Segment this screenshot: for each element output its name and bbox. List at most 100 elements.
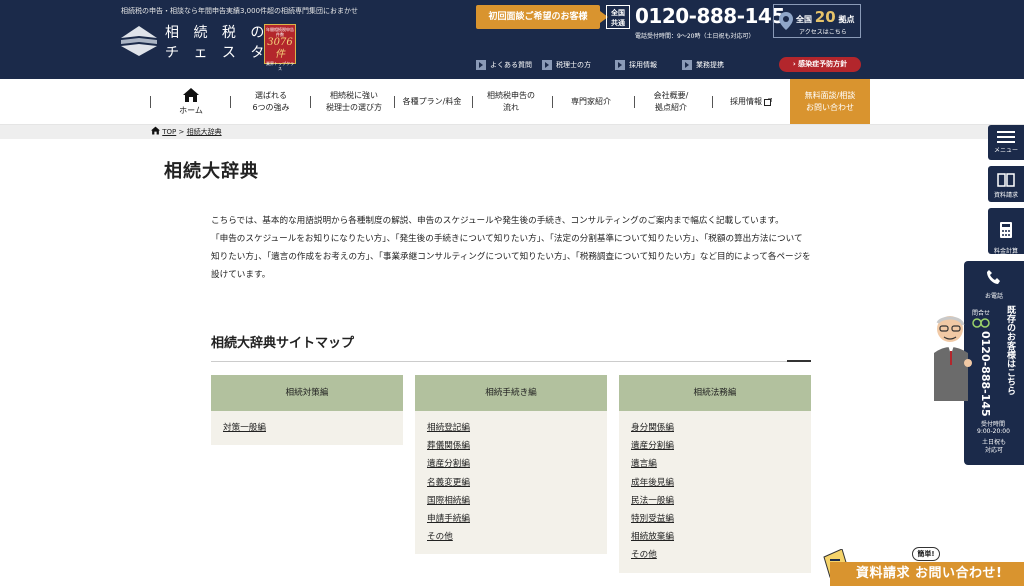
site-header: 相続税の申告・相談なら年間申告実績3,000件超の相続専門集団におまかせ 相 続… xyxy=(0,0,1024,79)
side-docs-label: 資料請求 xyxy=(993,192,1018,199)
locations-count: 全国 20 拠点 xyxy=(796,8,854,26)
column-body: 対策一般編 xyxy=(211,411,403,446)
sitemap-link[interactable]: 申請手続編 xyxy=(427,510,595,528)
sitemap-link[interactable]: その他 xyxy=(427,528,595,546)
nav-strengths[interactable]: 選ばれる 6つの強み xyxy=(236,79,306,125)
nav-company[interactable]: 会社概要/ 拠点紹介 xyxy=(638,79,704,125)
award-badge: 年間相続税申告件数 3076件 業界トップクラス xyxy=(264,24,296,71)
sitemap-link[interactable]: 遺産分割編 xyxy=(427,455,595,473)
loc-prefix: 全国 xyxy=(796,15,812,24)
locations-link[interactable]: 全国 20 拠点 アクセスはこちら xyxy=(773,4,861,38)
nav-recruit[interactable]: 採用情報 xyxy=(716,79,786,125)
sitemap-rule xyxy=(211,361,811,362)
logo-mark-icon xyxy=(121,26,157,56)
phone-icon xyxy=(987,270,1000,284)
side-docs-button[interactable]: 資料請求 xyxy=(988,166,1024,202)
column-body: 身分関係編 遺産分割編 遺言編 成年後見編 民法一般編 特別受益編 相続放棄編 … xyxy=(619,411,811,573)
loc-suffix: 拠点 xyxy=(838,15,855,24)
locations-sub: アクセスはこちら xyxy=(799,29,847,36)
partnership-label: 業務提携 xyxy=(696,61,724,69)
tax-accountant-label: 税理士の方 xyxy=(556,61,591,69)
calculator-icon xyxy=(1000,222,1012,238)
column-heading: 相続法務編 xyxy=(619,375,811,411)
nav-contact-button[interactable]: 無料面談/相談 お問い合わせ xyxy=(790,79,870,124)
global-nav: ホーム 選ばれる 6つの強み 相続税に強い 税理士の選び方 各種プラン/料金 相… xyxy=(0,79,1024,125)
sitemap-title: 相続大辞典サイトマップ xyxy=(211,336,355,351)
sitemap-link[interactable]: 成年後見編 xyxy=(631,474,799,492)
side-menu-label: メニュー xyxy=(993,147,1018,154)
nav-home-label: ホーム xyxy=(179,106,203,115)
first-consult-cta[interactable]: 初回面談ご希望のお客様 xyxy=(476,5,608,29)
sitemap-link[interactable]: 特別受益編 xyxy=(631,510,799,528)
nav-divider xyxy=(230,96,231,108)
nav-divider xyxy=(394,96,395,108)
header-tagline: 相続税の申告・相談なら年間申告実績3,000件超の相続専門集団におまかせ xyxy=(121,7,359,15)
recruit-link[interactable]: 採用情報 xyxy=(615,58,657,72)
infection-policy-label: 感染症予防方針 xyxy=(798,60,848,68)
sitemap-rule-accent xyxy=(787,360,811,362)
side-menu-button[interactable]: メニュー xyxy=(988,125,1024,160)
side-existing-vertical: 既存のお客様はこちら xyxy=(1005,305,1015,395)
sitemap-link[interactable]: 相続放棄編 xyxy=(631,528,799,546)
home-icon xyxy=(183,88,199,102)
sitemap-column-legal: 相続法務編 身分関係編 遺産分割編 遺言編 成年後見編 民法一般編 特別受益編 … xyxy=(619,375,811,573)
side-existing-label: 問合せ xyxy=(972,310,991,317)
column-heading: 相続手続き編 xyxy=(415,375,607,411)
book-icon xyxy=(997,173,1015,187)
breadcrumb: TOP > 相続大辞典 xyxy=(0,125,990,139)
banner-text: 資料請求 お問い合わせ! xyxy=(830,562,1024,586)
nav-flow[interactable]: 相続税申告の 流れ xyxy=(476,79,546,125)
nav-experts[interactable]: 専門家紹介 xyxy=(556,79,626,125)
side-phone-label: お電話 xyxy=(985,293,1004,300)
sitemap-link[interactable]: その他 xyxy=(631,546,799,564)
sitemap-column-measures: 相続対策編 対策一般編 xyxy=(211,375,403,446)
side-weekend: 土日祝も 対応可 xyxy=(982,439,1007,454)
side-phone-vertical[interactable]: 0120-888-145 xyxy=(978,331,992,417)
sitemap-link[interactable]: 遺産分割編 xyxy=(631,437,799,455)
intro-paragraph-2: 「申告のスケジュールをお知りになりたい方」、「発生後の手続きについて知りたい方」… xyxy=(211,234,811,280)
sitemap-column-procedures: 相続手続き編 相続登記編 葬儀関係編 遺産分割編 名義変更編 国際相続編 申請手… xyxy=(415,375,607,555)
nav-home[interactable]: ホーム xyxy=(158,79,224,125)
advisor-character-illustration xyxy=(934,316,972,401)
arrow-right-icon xyxy=(682,60,692,70)
nav-choose-accountant[interactable]: 相続税に強い 税理士の選び方 xyxy=(314,79,394,125)
nationwide-text: 全国 共通 xyxy=(611,9,625,27)
page-title: 相続大辞典 xyxy=(164,161,259,182)
sitemap-link[interactable]: 国際相続編 xyxy=(427,492,595,510)
phone-hours: 電話受付時間：9〜20時（土日祝も対応可） xyxy=(635,33,755,40)
column-heading: 相続対策編 xyxy=(211,375,403,411)
breadcrumb-inner: TOP > 相続大辞典 xyxy=(151,125,222,139)
nav-plans[interactable]: 各種プラン/料金 xyxy=(396,79,468,125)
breadcrumb-top[interactable]: TOP xyxy=(162,128,176,136)
tax-accountant-link[interactable]: 税理士の方 xyxy=(542,58,591,72)
breadcrumb-current[interactable]: 相続大辞典 xyxy=(187,128,222,136)
side-phone-panel[interactable]: お電話 問合せ 既存のお客様はこちら 0120-888-145 受付時間 9:0… xyxy=(964,261,1024,465)
sitemap-link[interactable]: 身分関係編 xyxy=(631,419,799,437)
free-dial-icon xyxy=(972,318,990,328)
map-pin-icon xyxy=(779,12,793,30)
partnership-link[interactable]: 業務提携 xyxy=(682,58,724,72)
nav-divider xyxy=(634,96,635,108)
arrow-right-icon xyxy=(542,60,552,70)
infection-policy-button[interactable]: › 感染症予防方針 xyxy=(779,57,861,72)
side-calc-button[interactable]: 料金計算 ツール xyxy=(988,208,1024,263)
banner-bubble: 簡単! xyxy=(912,547,940,561)
arrow-right-icon xyxy=(476,60,486,70)
faq-link[interactable]: よくある質問 xyxy=(476,58,532,72)
intro-paragraph-1: こちらでは、基本的な用語説明から各種制度の解説、申告のスケジュールや発生後の手続… xyxy=(211,216,784,226)
side-hours-label: 受付時間 xyxy=(981,421,1006,428)
arrow-right-icon xyxy=(615,60,625,70)
sitemap-link[interactable]: 遺言編 xyxy=(631,455,799,473)
sitemap-link[interactable]: 民法一般編 xyxy=(631,492,799,510)
header-phone-number[interactable]: 0120-888-145 xyxy=(635,4,785,28)
bottom-contact-banner[interactable]: 資料請求 お問い合わせ! 簡単! xyxy=(822,545,1024,586)
breadcrumb-separator: > xyxy=(178,128,185,136)
column-body: 相続登記編 葬儀関係編 遺産分割編 名義変更編 国際相続編 申請手続編 その他 xyxy=(415,411,607,555)
sitemap-link[interactable]: 対策一般編 xyxy=(223,419,391,437)
hamburger-icon xyxy=(997,131,1015,143)
sitemap-link[interactable]: 相続登記編 xyxy=(427,419,595,437)
sitemap-link[interactable]: 葬儀関係編 xyxy=(427,437,595,455)
home-icon xyxy=(151,126,160,135)
sitemap-link[interactable]: 名義変更編 xyxy=(427,474,595,492)
nav-divider xyxy=(150,96,151,108)
